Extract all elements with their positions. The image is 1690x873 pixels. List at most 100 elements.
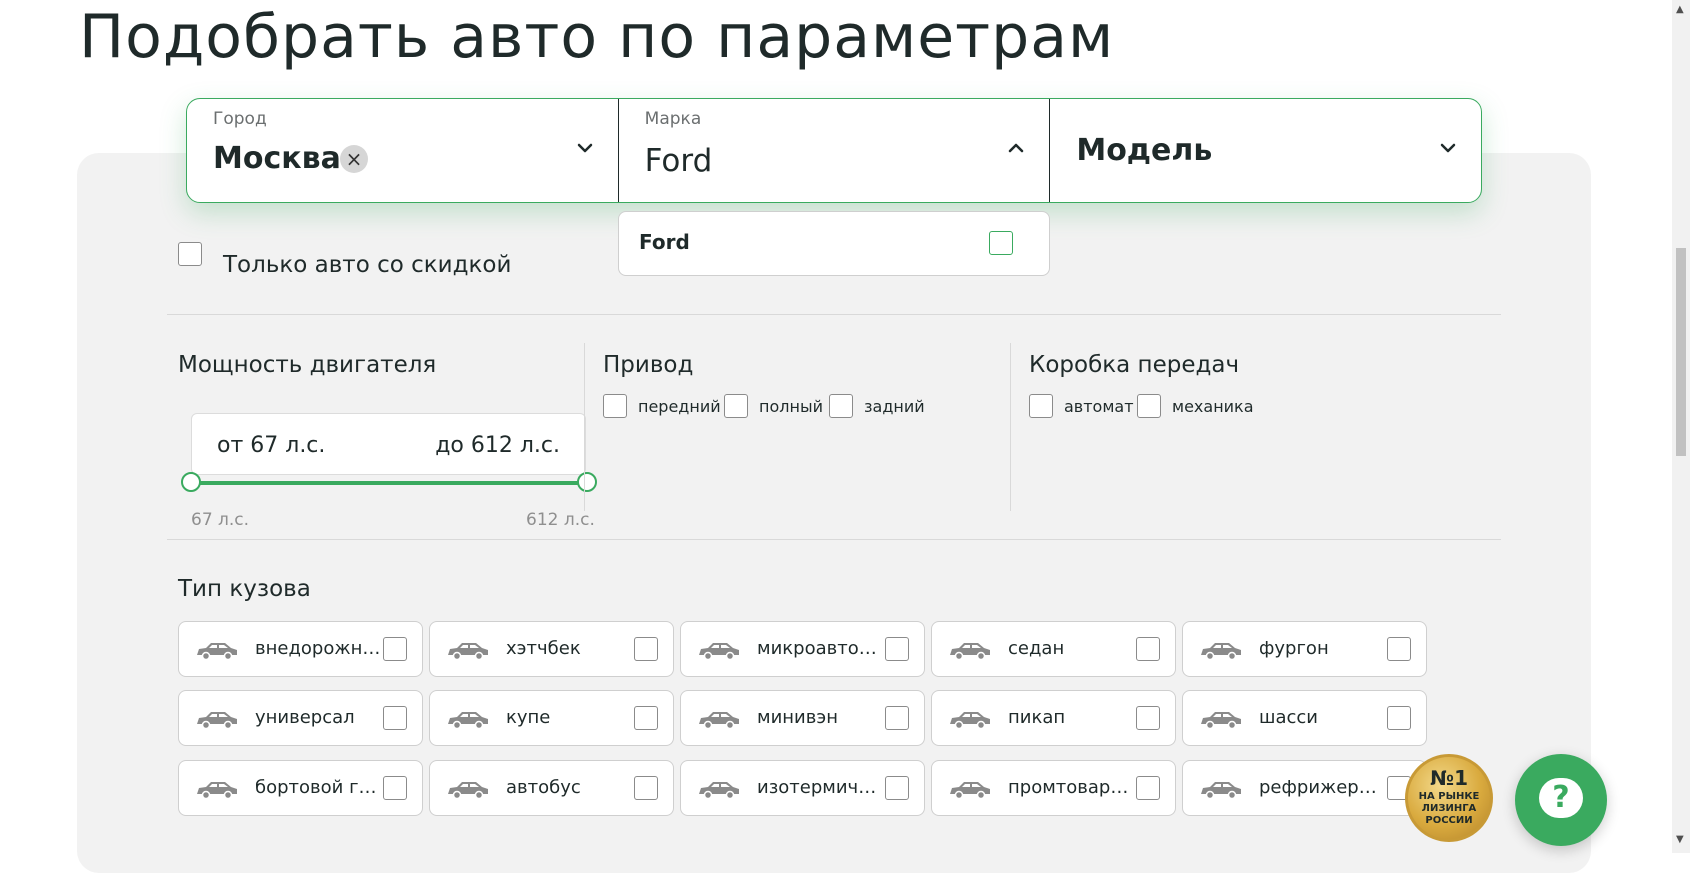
flatbed-truck-icon [197,782,237,800]
power-to[interactable]: до 612 л.с. [435,433,560,458]
suv-icon [197,643,237,661]
brand-option-checkbox[interactable] [989,231,1013,255]
gearbox-manual-checkbox[interactable] [1137,394,1161,418]
body-type-card[interactable]: хэтчбек [429,621,674,677]
body-type-label: минивэн [757,707,838,728]
body-type-checkbox[interactable] [1136,706,1160,730]
body-type-card[interactable]: седан [931,621,1176,677]
body-type-checkbox[interactable] [383,706,407,730]
body-type-checkbox[interactable] [383,637,407,661]
body-type-card[interactable]: промтоварны... [931,760,1176,816]
chevron-down-icon[interactable] [1439,141,1457,155]
body-type-checkbox[interactable] [1136,776,1160,800]
city-select[interactable]: Город Москва × [187,99,618,202]
body-type-checkbox[interactable] [634,776,658,800]
body-type-checkbox[interactable] [885,637,909,661]
model-select[interactable]: Модель [1049,99,1481,202]
chevron-down-icon[interactable] [576,141,594,155]
body-type-title: Тип кузова [178,576,311,602]
body-type-card[interactable]: бортовой гру... [178,760,423,816]
leasing-badge: №1 НА РЫНКЕ ЛИЗИНГА РОССИИ [1405,754,1493,842]
body-type-label: промтоварны... [1008,777,1134,798]
body-type-checkbox[interactable] [383,776,407,800]
body-type-label: изотермическ... [757,777,883,798]
body-type-card[interactable]: микроавтобус [680,621,925,677]
body-type-checkbox[interactable] [885,706,909,730]
scroll-thumb[interactable] [1676,248,1686,456]
body-type-card[interactable]: купе [429,690,674,746]
power-range-input[interactable]: от 67 л.с. до 612 л.с. [191,413,586,475]
divider [584,343,585,511]
discount-checkbox[interactable] [178,242,202,266]
power-min-label: 67 л.с. [191,510,250,530]
power-slider-track[interactable] [191,481,587,485]
discount-label[interactable]: Только авто со скидкой [223,252,511,278]
brand-dropdown: Ford [618,211,1050,276]
body-type-card[interactable]: универсал [178,690,423,746]
hatchback-icon [448,643,488,661]
body-type-card[interactable]: рефрижератор [1182,760,1427,816]
body-type-label: седан [1008,638,1065,659]
brand-option-label: Ford [639,230,690,254]
brand-label: Марка [644,109,702,129]
drive-all-label[interactable]: полный [759,397,823,416]
body-type-label: купе [506,707,551,728]
body-type-label: хэтчбек [506,638,581,659]
scroll-up-arrow-icon[interactable]: ▲ [1676,4,1684,15]
sedan-icon [950,643,990,661]
power-from[interactable]: от 67 л.с. [217,433,325,458]
drive-rear-label[interactable]: задний [864,397,925,416]
badge-bottom: НА РЫНКЕ ЛИЗИНГА РОССИИ [1418,791,1480,826]
cargo-truck-icon [950,782,990,800]
body-type-card[interactable]: пикап [931,690,1176,746]
city-value: Москва [213,141,341,176]
clear-city-button[interactable]: × [340,145,368,173]
body-type-label: микроавтобус [757,638,883,659]
gearbox-auto-checkbox[interactable] [1029,394,1053,418]
body-type-label: шасси [1259,707,1318,728]
brand-select[interactable]: Марка Ford [617,99,1050,202]
isothermal-truck-icon [699,782,739,800]
body-type-card[interactable]: внедорожник [178,621,423,677]
body-type-checkbox[interactable] [1387,637,1411,661]
chassis-icon [1201,712,1241,730]
divider [167,314,1501,315]
page-title: Подобрать авто по параметрам [79,2,1115,72]
chevron-up-icon[interactable] [1007,141,1025,155]
power-slider-max-handle[interactable] [577,472,597,492]
pickup-icon [950,712,990,730]
body-type-label: фургон [1259,638,1329,659]
body-type-label: бортовой гру... [255,777,381,798]
body-type-card[interactable]: минивэн [680,690,925,746]
gearbox-auto-label[interactable]: автомат [1064,397,1134,416]
help-chat-button[interactable]: ? [1515,754,1607,846]
body-type-card[interactable]: автобус [429,760,674,816]
body-type-card[interactable]: фургон [1182,621,1427,677]
body-type-checkbox[interactable] [1387,706,1411,730]
drive-all-checkbox[interactable] [724,394,748,418]
minivan-icon [699,712,739,730]
body-type-checkbox[interactable] [634,706,658,730]
body-type-label: универсал [255,707,355,728]
body-type-card[interactable]: изотермическ... [680,760,925,816]
power-title: Мощность двигателя [178,352,437,378]
drive-front-label[interactable]: передний [638,397,721,416]
drive-rear-checkbox[interactable] [829,394,853,418]
body-type-checkbox[interactable] [1136,637,1160,661]
body-type-checkbox[interactable] [634,637,658,661]
city-label: Город [213,109,267,129]
scroll-down-arrow-icon[interactable]: ▼ [1676,834,1684,845]
body-type-label: пикап [1008,707,1066,728]
body-type-card[interactable]: шасси [1182,690,1427,746]
scrollbar[interactable]: ▲ ▼ [1672,0,1690,853]
body-type-label: автобус [506,777,581,798]
gearbox-manual-label[interactable]: механика [1172,397,1254,416]
refrigerator-truck-icon [1201,782,1241,800]
bus-icon [448,782,488,800]
drive-front-checkbox[interactable] [603,394,627,418]
model-value: Модель [1076,133,1213,168]
body-type-checkbox[interactable] [885,776,909,800]
brand-input[interactable]: Ford [645,143,713,179]
help-question-mark: ? [1552,780,1570,815]
power-slider-min-handle[interactable] [181,472,201,492]
